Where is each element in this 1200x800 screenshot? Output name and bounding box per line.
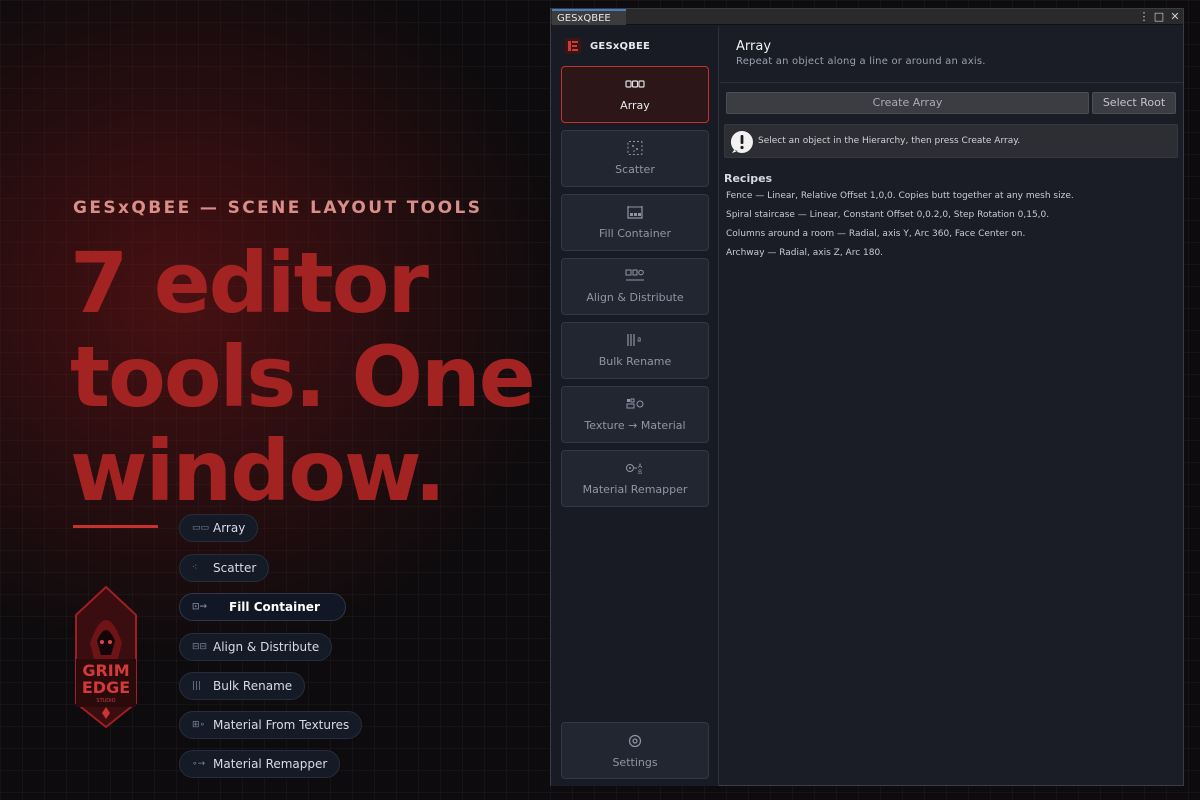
feature-pill-scatter: ⁖ Scatter <box>179 554 270 582</box>
pill-label: Bulk Rename <box>213 679 293 693</box>
tool-panel: Array Repeat an object along a line or a… <box>720 26 1183 786</box>
panel-title: Array <box>736 39 772 54</box>
logo-text-studio: STUDIO <box>96 698 115 704</box>
headline-line-1: 7 editor <box>70 234 429 332</box>
svg-text:B: B <box>638 469 642 475</box>
fill-container-icon: ⊡→ <box>192 602 208 612</box>
scatter-icon <box>627 141 643 155</box>
sidebar-item-fill-container[interactable]: Fill Container <box>561 194 709 251</box>
sidebar-item-scatter[interactable]: Scatter <box>561 130 709 187</box>
sidebar-item-label: Material Remapper <box>582 483 688 496</box>
array-icon: ▭▭ <box>192 523 210 533</box>
panel-divider <box>720 82 1183 83</box>
feature-pill-material-remapper: ∘→ Material Remapper <box>179 750 341 778</box>
feature-pill-bulk-rename: ||| Bulk Rename <box>179 672 306 700</box>
help-text: Select an object in the Hierarchy, then … <box>758 136 1021 146</box>
sidebar-item-label: Array <box>620 99 650 112</box>
sidebar-item-label: Texture → Material <box>584 419 686 432</box>
window-titlebar: GESxQBEE ⋮ □ ✕ <box>551 9 1183 25</box>
pill-label: Fill Container <box>229 600 320 614</box>
remap-icon: AB <box>626 463 643 475</box>
remap-icon: ∘→ <box>192 759 206 769</box>
pill-label: Scatter <box>213 561 257 575</box>
headline-line-2: tools. One <box>70 328 536 426</box>
align-icon: ⊟⊟ <box>192 642 208 652</box>
fill-container-icon <box>627 206 643 219</box>
align-icon <box>625 269 644 281</box>
sidebar-item-texture-material[interactable]: Texture → Material <box>561 386 709 443</box>
feature-pill-align: ⊟⊟ Align & Distribute <box>179 633 333 661</box>
sidebar-brand-label: GESxQBEE <box>590 40 651 52</box>
recipes-heading: Recipes <box>724 172 773 185</box>
headline-line-3: window. <box>70 422 446 520</box>
sidebar-item-material-remapper[interactable]: AB Material Remapper <box>561 450 709 507</box>
recipe-item: Archway — Radial, axis Z, Arc 180. <box>726 248 884 258</box>
pill-label: Array <box>213 521 246 535</box>
close-icon[interactable]: ✕ <box>1168 9 1182 25</box>
headline: 7 editor tools. One window. <box>70 236 550 518</box>
scatter-icon: ⁖ <box>192 563 198 573</box>
sidebar-brand: GESxQBEE <box>565 38 650 54</box>
recipe-item: Fence — Linear, Relative Offset 1,0,0. C… <box>726 191 1074 201</box>
sidebar-item-label: Scatter <box>615 163 655 176</box>
editor-window: GESxQBEE ⋮ □ ✕ GESxQBEE Array Scatter Fi… <box>550 8 1184 786</box>
settings-button[interactable]: Settings <box>561 722 709 779</box>
panel-subtitle: Repeat an object along a line or around … <box>736 56 986 67</box>
feature-pill-fill-container: ⊡→ Fill Container <box>179 593 346 621</box>
rename-icon: ||| <box>192 681 202 691</box>
brand-logo-icon <box>565 38 581 54</box>
kicker-text: GESxQBEE — SCENE LAYOUT TOOLS <box>73 198 483 218</box>
sidebar-item-bulk-rename[interactable]: ª Bulk Rename <box>561 322 709 379</box>
pill-label: Material From Textures <box>213 718 350 732</box>
warning-icon <box>730 131 753 153</box>
texture-icon: ⊞∘ <box>192 720 206 730</box>
texture-icon <box>626 398 644 409</box>
gear-icon <box>628 734 642 747</box>
settings-label: Settings <box>612 755 658 769</box>
recipe-item: Columns around a room — Radial, axis Y, … <box>726 229 1026 239</box>
sidebar-item-align-distribute[interactable]: Align & Distribute <box>561 258 709 315</box>
select-root-button[interactable]: Select Root <box>1092 92 1176 114</box>
maximize-icon[interactable]: □ <box>1152 9 1166 25</box>
svg-text:ª: ª <box>637 337 641 347</box>
recipe-item: Spiral staircase — Linear, Constant Offs… <box>726 210 1050 220</box>
sidebar-item-array[interactable]: Array <box>561 66 709 123</box>
feature-pill-array: ▭▭ Array <box>179 514 259 542</box>
create-array-button[interactable]: Create Array <box>726 92 1089 114</box>
tool-sidebar: GESxQBEE Array Scatter Fill Container Al… <box>551 26 719 786</box>
feature-pill-material-from-textures: ⊞∘ Material From Textures <box>179 711 363 739</box>
logo-text-edge: EDGE <box>82 678 130 697</box>
accent-rule <box>73 525 158 528</box>
help-box: Select an object in the Hierarchy, then … <box>724 124 1178 158</box>
more-menu-icon[interactable]: ⋮ <box>1137 9 1151 25</box>
rename-icon: ª <box>627 334 641 347</box>
grim-edge-logo: GRIM EDGE STUDIO <box>75 585 137 729</box>
pill-label: Material Remapper <box>213 757 328 771</box>
sidebar-item-label: Fill Container <box>599 227 671 240</box>
window-tab[interactable]: GESxQBEE <box>552 9 626 25</box>
pill-label: Align & Distribute <box>213 640 320 654</box>
array-icon <box>625 80 645 88</box>
sidebar-item-label: Align & Distribute <box>586 291 684 304</box>
sidebar-item-label: Bulk Rename <box>598 355 672 368</box>
